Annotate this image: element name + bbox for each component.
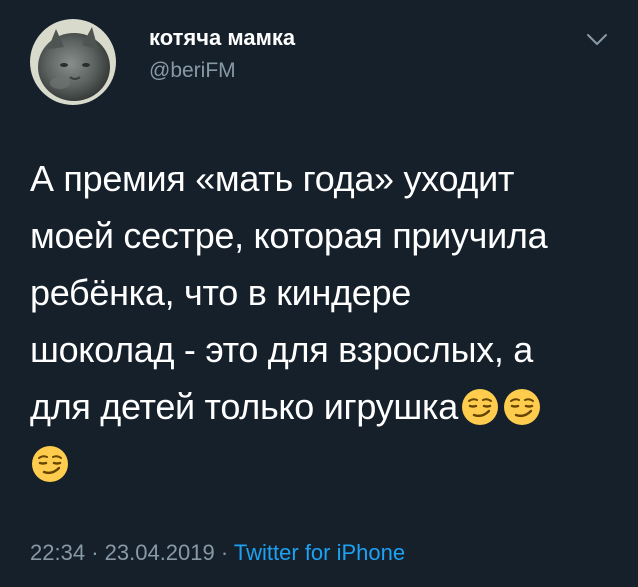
display-name[interactable]: котяча мамка [149, 25, 295, 51]
tweet-line-emoji [30, 435, 620, 492]
meta-separator: · [91, 540, 99, 565]
tweet-line-last-text: для детей только игрушка [30, 378, 620, 435]
smirking-face-emoji [460, 386, 500, 426]
tweet-line: А премия «мать года» уходит [30, 158, 515, 199]
chevron-down-icon[interactable] [585, 32, 609, 48]
tweet-text: А премия «мать года» уходит моей сестре,… [30, 150, 620, 492]
tweet-meta: 22:34 · 23.04.2019 · Twitter for iPhone [30, 540, 405, 566]
tweet-line: моей сестре, которая приучила [30, 215, 548, 256]
meta-separator: · [220, 540, 229, 565]
tweet-line: ребёнка, что в киндере [30, 272, 411, 313]
smirking-face-emoji [502, 386, 542, 426]
tweet-line: для детей только игрушка [30, 386, 458, 427]
tweet-source-link[interactable]: Twitter for iPhone [234, 540, 405, 565]
avatar[interactable] [30, 19, 116, 105]
smirking-face-emoji [30, 443, 70, 483]
tweet-date[interactable]: 23.04.2019 [105, 540, 215, 565]
tweet-time[interactable]: 22:34 [30, 540, 85, 565]
user-handle[interactable]: @beriFM [149, 59, 236, 83]
tweet-line: шоколад - это для взрослых, а [30, 329, 533, 370]
tweet-card: котяча мамка @beriFM А премия «мать года… [0, 0, 638, 587]
